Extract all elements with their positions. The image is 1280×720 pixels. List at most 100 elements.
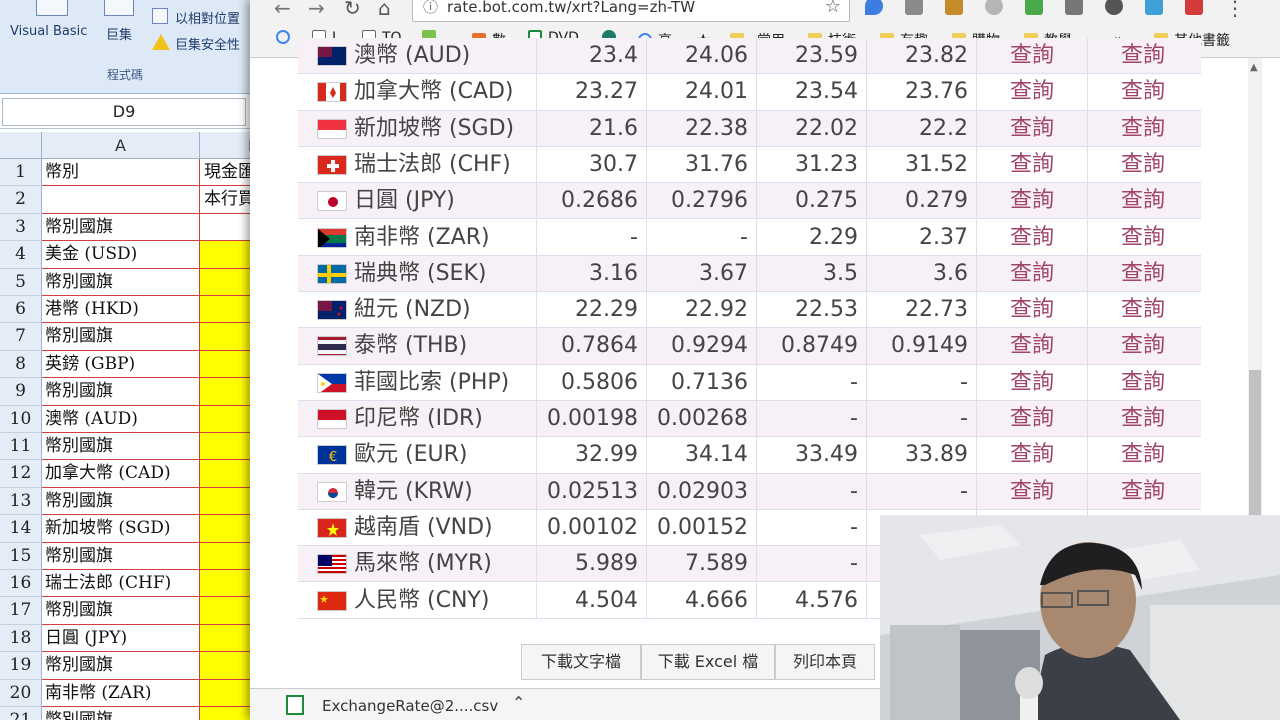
cell-a[interactable]: 新加坡幣 (SGD) <box>42 515 200 543</box>
cell-a[interactable]: 幣別國旗 <box>42 707 200 720</box>
row-header[interactable]: 18 <box>0 624 42 653</box>
query-link[interactable]: 查詢 <box>1087 364 1198 400</box>
row-header[interactable]: 20 <box>0 679 42 707</box>
cell-a[interactable]: 南非幣 (ZAR) <box>42 679 200 707</box>
query-link[interactable]: 查詢 <box>976 255 1087 292</box>
home-icon[interactable]: ⌂ <box>378 0 391 20</box>
macro-security-button[interactable]: 巨集安全性 <box>175 34 240 53</box>
cell-a[interactable]: 幣別國旗 <box>42 597 200 625</box>
cell-a[interactable]: 港幣 (HKD) <box>42 296 200 324</box>
cell-a[interactable]: 瑞士法郎 (CHF) <box>42 570 200 598</box>
cell-a[interactable]: 幣別國旗 <box>42 213 200 242</box>
row-header[interactable]: 8 <box>0 350 42 379</box>
chevron-up-icon[interactable]: ⌃ <box>512 693 525 712</box>
row-header[interactable]: 10 <box>0 405 42 433</box>
relative-ref-button[interactable]: 以相對位置 <box>175 8 240 27</box>
download-file-name[interactable]: ExchangeRate@2....csv <box>322 697 498 715</box>
extension-icon-9[interactable] <box>1185 0 1203 15</box>
scroll-up-arrow[interactable]: ▲ <box>1250 62 1258 73</box>
extension-icon-1[interactable] <box>865 0 883 15</box>
row-header[interactable]: 1 <box>0 159 42 187</box>
query-link[interactable]: 查詢 <box>976 437 1087 473</box>
cell-a[interactable]: 幣別國旗 <box>42 323 200 351</box>
query-link[interactable]: 查詢 <box>1087 74 1198 110</box>
scrollbar-thumb[interactable] <box>1249 370 1261 520</box>
query-link[interactable]: 查詢 <box>1087 183 1198 219</box>
select-all-corner[interactable] <box>0 132 42 159</box>
cell-a[interactable] <box>42 186 200 214</box>
forward-icon[interactable]: → <box>308 0 325 20</box>
cell-a[interactable]: 加拿大幣 (CAD) <box>42 460 200 488</box>
cell-a[interactable]: 美金 (USD) <box>42 241 200 269</box>
query-link[interactable]: 查詢 <box>976 292 1087 328</box>
reload-icon[interactable]: ↻ <box>344 0 361 20</box>
extension-icon-6[interactable] <box>1065 0 1083 15</box>
cell-a[interactable]: 幣別 <box>42 159 200 187</box>
cell-a[interactable]: 幣別國旗 <box>42 652 200 680</box>
cell-a[interactable]: 幣別國旗 <box>42 268 200 296</box>
row-header[interactable]: 11 <box>0 433 42 461</box>
extension-icon-7[interactable] <box>1105 0 1123 15</box>
query-link[interactable]: 查詢 <box>976 183 1087 219</box>
row-header[interactable]: 5 <box>0 268 42 296</box>
row-header[interactable]: 14 <box>0 515 42 543</box>
name-box[interactable]: D9 <box>2 98 246 126</box>
query-link[interactable]: 查詢 <box>1087 110 1198 146</box>
cell-a[interactable]: 幣別國旗 <box>42 487 200 516</box>
row-header[interactable]: 16 <box>0 570 42 598</box>
star-icon[interactable]: ☆ <box>825 0 841 19</box>
query-link[interactable]: 查詢 <box>976 219 1087 255</box>
query-link[interactable]: 查詢 <box>1087 38 1198 74</box>
extension-icon-4[interactable] <box>985 0 1003 15</box>
row-header[interactable]: 21 <box>0 707 42 720</box>
query-link[interactable]: 查詢 <box>976 401 1087 437</box>
row-header[interactable]: 15 <box>0 542 42 570</box>
query-link[interactable]: 查詢 <box>1087 255 1198 292</box>
extension-icon-3[interactable] <box>945 0 963 15</box>
row-header[interactable]: 4 <box>0 241 42 269</box>
download-excel-button[interactable]: 下載 Excel 檔 <box>641 644 775 680</box>
back-icon[interactable]: ← <box>274 0 291 20</box>
query-link[interactable]: 查詢 <box>976 328 1087 364</box>
row-header[interactable]: 19 <box>0 652 42 680</box>
print-button[interactable]: 列印本頁 <box>775 644 875 680</box>
row-header[interactable]: 9 <box>0 378 42 406</box>
row-header[interactable]: 3 <box>0 213 42 242</box>
query-link[interactable]: 查詢 <box>976 473 1087 509</box>
cors-extension-icon[interactable] <box>1025 0 1043 15</box>
cell-a[interactable]: 幣別國旗 <box>42 378 200 406</box>
query-link[interactable]: 查詢 <box>1087 292 1198 328</box>
row-header[interactable]: 2 <box>0 186 42 214</box>
cell-a[interactable]: 日圓 (JPY) <box>42 624 200 653</box>
rate-row: 紐元 (NZD) 22.29 22.92 22.53 22.73 查詢 查詢 <box>298 292 1201 329</box>
query-link[interactable]: 查詢 <box>976 110 1087 146</box>
row-header[interactable]: 6 <box>0 296 42 324</box>
query-link[interactable]: 查詢 <box>1087 473 1198 509</box>
cell-a[interactable]: 幣別國旗 <box>42 433 200 461</box>
query-link[interactable]: 查詢 <box>976 146 1087 183</box>
query-link[interactable]: 查詢 <box>1087 401 1198 437</box>
column-header-a[interactable]: A <box>42 132 200 159</box>
cell-a[interactable]: 澳幣 (AUD) <box>42 405 200 433</box>
query-link[interactable]: 查詢 <box>976 38 1087 74</box>
macros-button[interactable]: 巨集 <box>106 24 132 43</box>
bookmark-google[interactable] <box>276 30 296 46</box>
menu-icon[interactable]: ⋮ <box>1225 0 1245 20</box>
download-text-button[interactable]: 下載文字檔 <box>521 644 641 680</box>
row-header[interactable]: 13 <box>0 487 42 516</box>
address-bar[interactable]: ⓘ rate.bot.com.tw/xrt?Lang=zh-TW ☆ <box>412 0 850 22</box>
row-header[interactable]: 7 <box>0 323 42 351</box>
cell-a[interactable]: 英鎊 (GBP) <box>42 350 200 379</box>
cell-a[interactable]: 幣別國旗 <box>42 542 200 570</box>
extension-icon-2[interactable] <box>905 0 923 15</box>
query-link[interactable]: 查詢 <box>1087 437 1198 473</box>
query-link[interactable]: 查詢 <box>1087 146 1198 183</box>
row-header[interactable]: 12 <box>0 460 42 488</box>
query-link[interactable]: 查詢 <box>1087 219 1198 255</box>
query-link[interactable]: 查詢 <box>976 364 1087 400</box>
row-header[interactable]: 17 <box>0 597 42 625</box>
query-link[interactable]: 查詢 <box>976 74 1087 110</box>
visual-basic-button[interactable]: Visual Basic <box>10 24 87 39</box>
extension-icon-8[interactable] <box>1145 0 1163 15</box>
query-link[interactable]: 查詢 <box>1087 328 1198 364</box>
